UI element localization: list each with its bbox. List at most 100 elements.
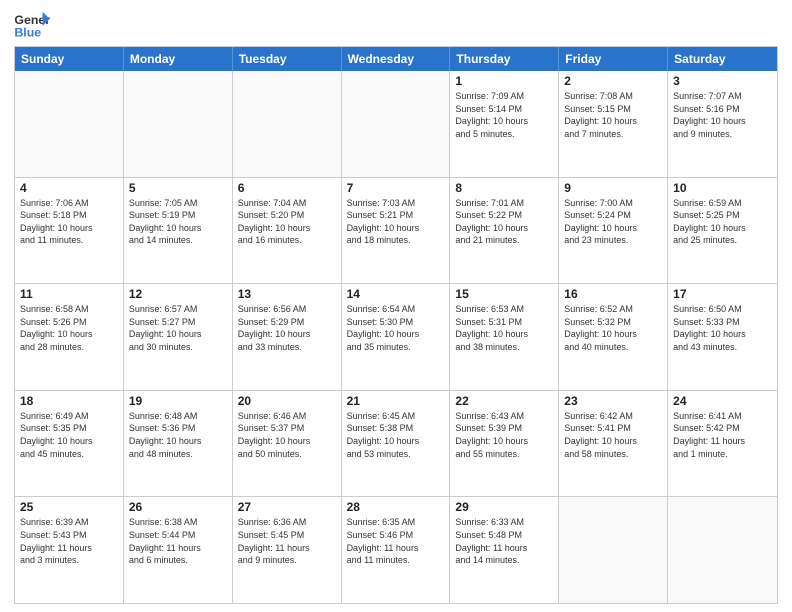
calendar-day-19: 19 Sunrise: 6:48 AMSunset: 5:36 PMDayligh… [124,391,233,497]
day-number: 3 [673,74,772,88]
day-number: 23 [564,394,662,408]
day-info: Sunrise: 6:42 AMSunset: 5:41 PMDaylight:… [564,410,662,460]
day-info: Sunrise: 6:52 AMSunset: 5:32 PMDaylight:… [564,303,662,353]
calendar-empty-cell [124,71,233,177]
day-info: Sunrise: 7:06 AMSunset: 5:18 PMDaylight:… [20,197,118,247]
calendar-day-17: 17Sunrise: 6:50 AMSunset: 5:33 PMDayligh… [668,284,777,390]
day-number: 27 [238,500,336,514]
calendar-day-20: 20 Sunrise: 6:46 AMSunset: 5:37 PMDayligh… [233,391,342,497]
day-of-week-friday: Friday [559,47,668,71]
calendar-day-27: 27 Sunrise: 6:36 AMSunset: 5:45 PMDayligh… [233,497,342,603]
calendar-week-2: 4 Sunrise: 7:06 AMSunset: 5:18 PMDaylight… [15,177,777,284]
day-info: Sunrise: 7:09 AMSunset: 5:14 PMDaylight:… [455,90,553,140]
day-info: Sunrise: 6:41 AMSunset: 5:42 PMDaylight:… [673,410,772,460]
day-number: 9 [564,181,662,195]
day-of-week-tuesday: Tuesday [233,47,342,71]
day-info: Sunrise: 6:46 AMSunset: 5:37 PMDaylight:… [238,410,336,460]
day-number: 5 [129,181,227,195]
day-number: 16 [564,287,662,301]
day-info: Sunrise: 6:53 AMSunset: 5:31 PMDaylight:… [455,303,553,353]
calendar-day-5: 5 Sunrise: 7:05 AMSunset: 5:19 PMDaylight… [124,178,233,284]
logo: General Blue [14,10,50,40]
day-number: 4 [20,181,118,195]
calendar-empty-cell [559,497,668,603]
day-info: Sunrise: 6:38 AMSunset: 5:44 PMDaylight:… [129,516,227,566]
day-of-week-monday: Monday [124,47,233,71]
day-number: 28 [347,500,445,514]
calendar-day-16: 16 Sunrise: 6:52 AMSunset: 5:32 PMDayligh… [559,284,668,390]
day-info: Sunrise: 6:35 AMSunset: 5:46 PMDaylight:… [347,516,445,566]
calendar-empty-cell [668,497,777,603]
day-info: Sunrise: 6:58 AMSunset: 5:26 PMDaylight:… [20,303,118,353]
calendar-day-9: 9 Sunrise: 7:00 AMSunset: 5:24 PMDaylight… [559,178,668,284]
day-number: 8 [455,181,553,195]
day-number: 6 [238,181,336,195]
day-number: 11 [20,287,118,301]
logo-icon: General Blue [14,10,50,40]
day-info: Sunrise: 6:57 AMSunset: 5:27 PMDaylight:… [129,303,227,353]
page: General Blue SundayMondayTuesdayWednesda… [0,0,792,612]
day-info: Sunrise: 6:43 AMSunset: 5:39 PMDaylight:… [455,410,553,460]
day-info: Sunrise: 6:49 AMSunset: 5:35 PMDaylight:… [20,410,118,460]
day-of-week-sunday: Sunday [15,47,124,71]
day-number: 29 [455,500,553,514]
day-info: Sunrise: 7:05 AMSunset: 5:19 PMDaylight:… [129,197,227,247]
day-info: Sunrise: 7:08 AMSunset: 5:15 PMDaylight:… [564,90,662,140]
day-info: Sunrise: 6:59 AMSunset: 5:25 PMDaylight:… [673,197,772,247]
calendar-day-3: 3 Sunrise: 7:07 AMSunset: 5:16 PMDaylight… [668,71,777,177]
calendar-day-11: 11 Sunrise: 6:58 AMSunset: 5:26 PMDayligh… [15,284,124,390]
day-number: 25 [20,500,118,514]
calendar-week-5: 25 Sunrise: 6:39 AMSunset: 5:43 PMDayligh… [15,496,777,603]
day-info: Sunrise: 6:33 AMSunset: 5:48 PMDaylight:… [455,516,553,566]
day-info: Sunrise: 7:04 AMSunset: 5:20 PMDaylight:… [238,197,336,247]
day-info: Sunrise: 6:48 AMSunset: 5:36 PMDaylight:… [129,410,227,460]
calendar-day-13: 13Sunrise: 6:56 AMSunset: 5:29 PMDayligh… [233,284,342,390]
day-info: Sunrise: 6:54 AMSunset: 5:30 PMDaylight:… [347,303,445,353]
day-number: 1 [455,74,553,88]
day-number: 14 [347,287,445,301]
calendar-day-2: 2Sunrise: 7:08 AMSunset: 5:15 PMDaylight… [559,71,668,177]
calendar-empty-cell [233,71,342,177]
day-info: Sunrise: 7:03 AMSunset: 5:21 PMDaylight:… [347,197,445,247]
day-number: 24 [673,394,772,408]
day-info: Sunrise: 6:36 AMSunset: 5:45 PMDaylight:… [238,516,336,566]
calendar-day-21: 21 Sunrise: 6:45 AMSunset: 5:38 PMDayligh… [342,391,451,497]
day-info: Sunrise: 6:50 AMSunset: 5:33 PMDaylight:… [673,303,772,353]
day-info: Sunrise: 6:39 AMSunset: 5:43 PMDaylight:… [20,516,118,566]
calendar-body: 1 Sunrise: 7:09 AMSunset: 5:14 PMDaylight… [15,71,777,603]
day-number: 21 [347,394,445,408]
calendar-day-18: 18Sunrise: 6:49 AMSunset: 5:35 PMDayligh… [15,391,124,497]
day-number: 15 [455,287,553,301]
day-of-week-wednesday: Wednesday [342,47,451,71]
calendar-week-3: 11 Sunrise: 6:58 AMSunset: 5:26 PMDayligh… [15,283,777,390]
calendar: SundayMondayTuesdayWednesdayThursdayFrid… [14,46,778,604]
calendar-day-6: 6 Sunrise: 7:04 AMSunset: 5:20 PMDaylight… [233,178,342,284]
calendar-day-26: 26 Sunrise: 6:38 AMSunset: 5:44 PMDayligh… [124,497,233,603]
day-number: 20 [238,394,336,408]
calendar-day-24: 24 Sunrise: 6:41 AMSunset: 5:42 PMDayligh… [668,391,777,497]
calendar-day-15: 15 Sunrise: 6:53 AMSunset: 5:31 PMDayligh… [450,284,559,390]
day-number: 10 [673,181,772,195]
calendar-day-22: 22 Sunrise: 6:43 AMSunset: 5:39 PMDayligh… [450,391,559,497]
day-number: 7 [347,181,445,195]
day-number: 19 [129,394,227,408]
calendar-day-12: 12 Sunrise: 6:57 AMSunset: 5:27 PMDayligh… [124,284,233,390]
calendar-day-4: 4 Sunrise: 7:06 AMSunset: 5:18 PMDaylight… [15,178,124,284]
day-number: 26 [129,500,227,514]
day-info: Sunrise: 6:45 AMSunset: 5:38 PMDaylight:… [347,410,445,460]
day-info: Sunrise: 7:01 AMSunset: 5:22 PMDaylight:… [455,197,553,247]
calendar-day-8: 8 Sunrise: 7:01 AMSunset: 5:22 PMDaylight… [450,178,559,284]
day-number: 12 [129,287,227,301]
day-info: Sunrise: 7:07 AMSunset: 5:16 PMDaylight:… [673,90,772,140]
calendar-day-1: 1 Sunrise: 7:09 AMSunset: 5:14 PMDaylight… [450,71,559,177]
day-info: Sunrise: 7:00 AMSunset: 5:24 PMDaylight:… [564,197,662,247]
day-number: 22 [455,394,553,408]
calendar-header: SundayMondayTuesdayWednesdayThursdayFrid… [15,47,777,71]
day-of-week-thursday: Thursday [450,47,559,71]
header: General Blue [14,10,778,40]
svg-text:Blue: Blue [14,25,41,39]
calendar-day-29: 29 Sunrise: 6:33 AMSunset: 5:48 PMDayligh… [450,497,559,603]
calendar-day-7: 7 Sunrise: 7:03 AMSunset: 5:21 PMDaylight… [342,178,451,284]
calendar-week-1: 1 Sunrise: 7:09 AMSunset: 5:14 PMDaylight… [15,71,777,177]
calendar-day-28: 28 Sunrise: 6:35 AMSunset: 5:46 PMDayligh… [342,497,451,603]
